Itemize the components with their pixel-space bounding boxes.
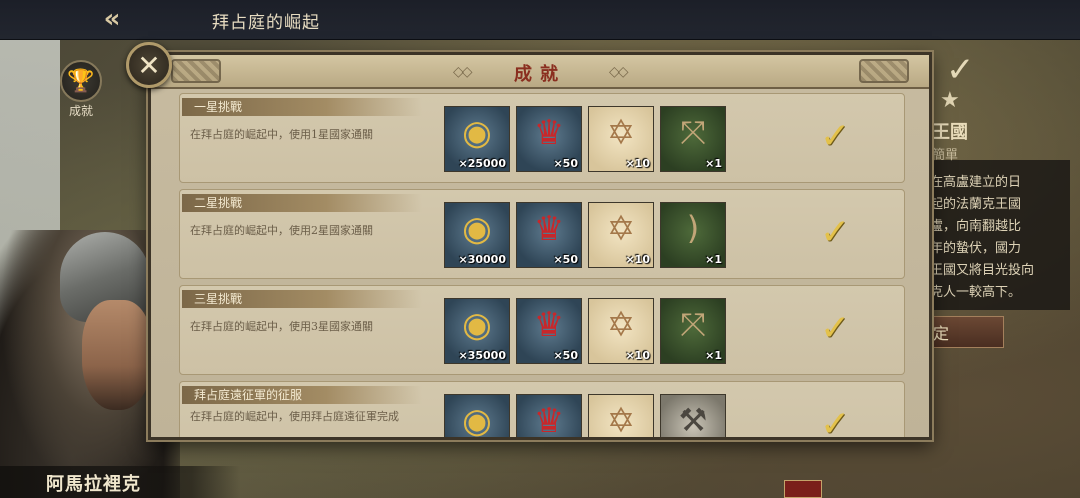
scroll-icon: ✡ — [606, 401, 636, 440]
achievement-list[interactable]: 一星挑戰 在拜占庭的崛起中，使用1星國家通關 ◉ ×25000 ♛ ×50 ✡ ×10… — [179, 93, 905, 440]
reward-quantity: ×1 — [705, 349, 722, 362]
scroll-icon: ✡ — [606, 305, 636, 345]
reward-quantity: ×1 — [705, 253, 722, 266]
difficulty-label: 簡單 — [932, 148, 959, 163]
desc-line: 起的法蘭克王國 — [930, 197, 1022, 212]
completed-check-icon: ✓ — [820, 308, 851, 349]
gold-coins-icon: ◉ — [462, 305, 492, 345]
reward-item[interactable]: ♛ — [516, 394, 582, 440]
scroll-icon: ✡ — [606, 209, 636, 249]
reward-quantity: ×1 — [705, 157, 722, 170]
reward-list: ◉ ♛ ✡ ⚒ — [444, 394, 726, 440]
trophy-icon: 🏆 — [60, 60, 102, 102]
medal-icon: ♛ — [533, 113, 565, 153]
character-face — [82, 300, 152, 410]
back-button[interactable]: « — [88, 2, 136, 36]
reward-item[interactable]: ♛ ×50 — [516, 202, 582, 268]
page-title: 拜占庭的崛起 — [212, 13, 320, 33]
achievement-row: 三星挑戰 在拜占庭的崛起中，使用3星國家通關 ◉ ×35000 ♛ ×50 ✡ ×10… — [179, 285, 905, 375]
reward-item[interactable]: ◉ ×35000 — [444, 298, 510, 364]
desc-line: 在高盧建立的日 — [930, 175, 1022, 190]
hammer-icon: ⚒ — [678, 401, 708, 439]
close-icon: ✕ — [137, 48, 161, 82]
bow-icon: ) — [686, 209, 700, 247]
reward-item[interactable]: ◉ ×25000 — [444, 106, 510, 172]
achievements-modal: ◇◇ ◇◇ 成就 一星挑戰 在拜占庭的崛起中，使用1星國家通關 ◉ ×25000 … — [148, 52, 932, 440]
reward-quantity: ×35000 — [458, 349, 507, 362]
reward-quantity: ×50 — [553, 253, 578, 266]
achievement-title: 拜占庭遠征軍的征服 — [182, 386, 422, 404]
crossbow-icon: ⤧ — [680, 113, 706, 151]
reward-list: ◉ ×30000 ♛ ×50 ✡ ×10 ) ×1 — [444, 202, 726, 268]
reward-item[interactable]: ⤧ ×1 — [660, 298, 726, 364]
top-bar — [0, 0, 1080, 40]
crossbow-icon: ⤧ — [680, 305, 706, 343]
gold-coins-icon: ◉ — [462, 401, 492, 440]
achievement-desc: 在拜占庭的崛起中，使用1星國家通關 — [190, 128, 373, 141]
achievement-title: 三星挑戰 — [182, 290, 422, 308]
reward-item[interactable]: ♛ ×50 — [516, 106, 582, 172]
desc-line: 盧，向南翻越比 — [930, 219, 1022, 234]
reward-item[interactable]: ) ×1 — [660, 202, 726, 268]
achievement-row: 一星挑戰 在拜占庭的崛起中，使用1星國家通關 ◉ ×25000 ♛ ×50 ✡ ×10… — [179, 93, 905, 183]
reward-quantity: ×10 — [625, 157, 650, 170]
desc-line: 年的蟄伏，國力 — [930, 241, 1022, 256]
desc-line: 克人一較高下。 — [930, 285, 1022, 300]
reward-item[interactable]: ✡ ×10 — [588, 106, 654, 172]
achievement-desc: 在拜占庭的崛起中，使用3星國家通關 — [190, 320, 373, 333]
checkmark-icon: ✓ — [946, 50, 975, 90]
reward-quantity: ×30000 — [458, 253, 507, 266]
reward-item[interactable]: ⤧ ×1 — [660, 106, 726, 172]
achievements-button[interactable]: 🏆 成就 — [58, 60, 104, 118]
reward-quantity: ×50 — [553, 157, 578, 170]
completed-check-icon: ✓ — [820, 116, 851, 157]
chevron-left-icon: « — [103, 4, 121, 34]
desc-line: 王國又將目光投向 — [930, 263, 1035, 278]
medal-icon: ♛ — [533, 401, 565, 440]
modal-header: ◇◇ ◇◇ 成就 — [151, 55, 929, 89]
close-button[interactable]: ✕ — [126, 42, 172, 88]
achievements-label: 成就 — [68, 104, 93, 118]
reward-quantity: ×50 — [553, 349, 578, 362]
reward-item[interactable]: ◉ ×30000 — [444, 202, 510, 268]
reward-item[interactable]: ◉ — [444, 394, 510, 440]
achievement-row: 拜占庭遠征軍的征服 在拜占庭的崛起中，使用拜占庭遠征軍完成 ◉ ♛ ✡ ⚒ ✓ — [179, 381, 905, 440]
star-icon: ★ — [940, 88, 960, 113]
kingdom-heading: 王國 — [932, 122, 968, 143]
map-flag — [784, 480, 822, 498]
reward-item[interactable]: ♛ ×50 — [516, 298, 582, 364]
character-name: 阿馬拉裡克 — [46, 474, 141, 495]
achievement-title: 二星挑戰 — [182, 194, 422, 212]
reward-item[interactable]: ⚒ — [660, 394, 726, 439]
medal-icon: ♛ — [533, 305, 565, 345]
reward-list: ◉ ×35000 ♛ ×50 ✡ ×10 ⤧ ×1 — [444, 298, 726, 364]
achievement-title: 一星挑戰 — [182, 98, 422, 116]
completed-check-icon: ✓ — [820, 212, 851, 253]
scroll-icon: ✡ — [606, 113, 636, 153]
reward-item[interactable]: ✡ ×10 — [588, 298, 654, 364]
achievement-desc: 在拜占庭的崛起中，使用拜占庭遠征軍完成 — [190, 410, 399, 423]
reward-quantity: ×10 — [625, 349, 650, 362]
achievement-row: 二星挑戰 在拜占庭的崛起中，使用2星國家通關 ◉ ×30000 ♛ ×50 ✡ ×10… — [179, 189, 905, 279]
medal-icon: ♛ — [533, 209, 565, 249]
confirm-button[interactable]: 定 — [928, 316, 1004, 348]
achievement-desc: 在拜占庭的崛起中，使用2星國家通關 — [190, 224, 373, 237]
reward-quantity: ×10 — [625, 253, 650, 266]
reward-quantity: ×25000 — [458, 157, 507, 170]
gold-coins-icon: ◉ — [462, 113, 492, 153]
kingdom-description: 在高盧建立的日 起的法蘭克王國 盧，向南翻越比 年的蟄伏，國力 王國又將目光投向… — [930, 172, 1070, 304]
modal-title: 成就 — [514, 64, 566, 85]
gold-coins-icon: ◉ — [462, 209, 492, 249]
reward-item[interactable]: ✡ ×10 — [588, 202, 654, 268]
reward-item[interactable]: ✡ — [588, 394, 654, 440]
reward-list: ◉ ×25000 ♛ ×50 ✡ ×10 ⤧ ×1 — [444, 106, 726, 172]
completed-check-icon: ✓ — [820, 404, 851, 440]
